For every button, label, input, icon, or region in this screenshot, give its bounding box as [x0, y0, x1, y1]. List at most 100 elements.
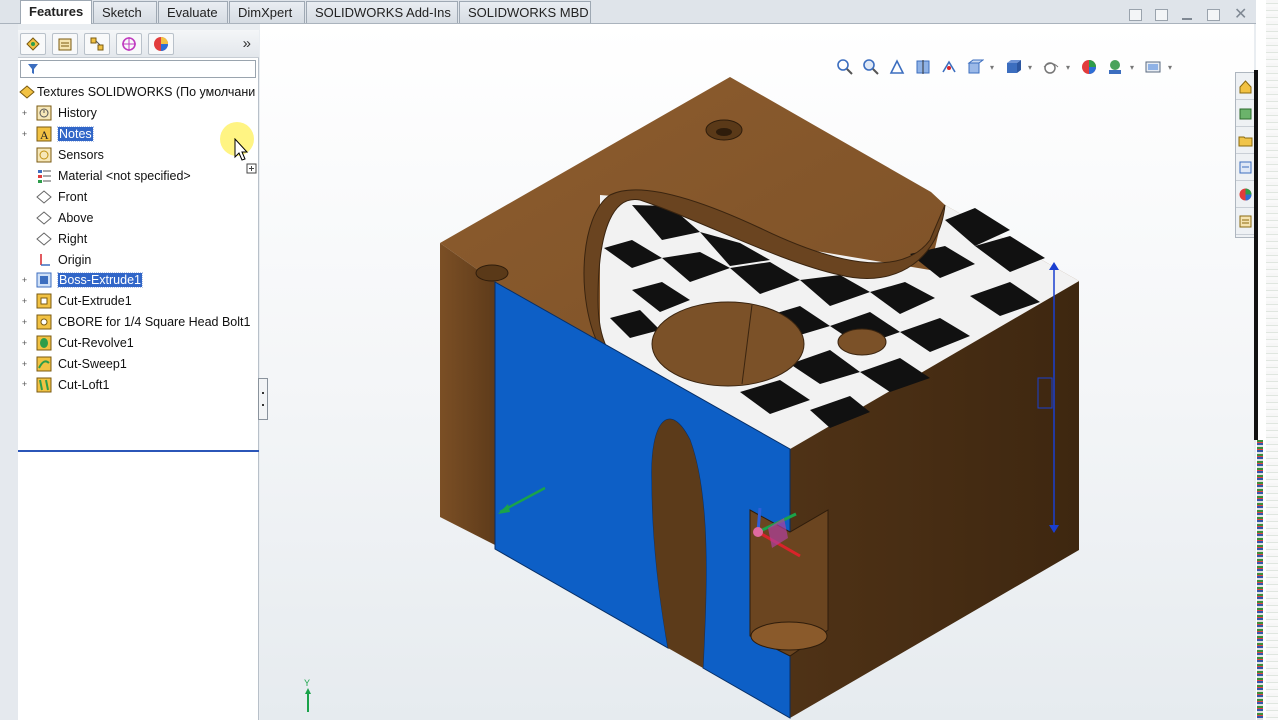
apply-scene-dropdown[interactable]: ▾ — [1130, 63, 1138, 72]
tree-item-label: History — [58, 106, 97, 121]
tab-solidworks-add-ins[interactable]: SOLIDWORKS Add-Ins — [306, 1, 458, 23]
tab-evaluate[interactable]: Evaluate — [158, 1, 228, 23]
zoom-to-area-icon[interactable] — [860, 56, 882, 78]
display-manager-icon[interactable] — [148, 33, 174, 55]
material-icon — [38, 170, 51, 183]
view-orientation-icon[interactable] — [964, 56, 986, 78]
tree-item-boss-extrude1[interactable]: + Boss-Extrude1 — [18, 270, 259, 291]
expand-icon[interactable]: + — [20, 129, 29, 139]
model-left-face — [440, 243, 495, 545]
tree-item-cbore[interactable]: + CBORE for 1/4 Square Head Bolt1 — [18, 312, 259, 333]
rollback-bar[interactable] — [18, 450, 259, 452]
notes-icon: A — [36, 126, 52, 142]
cut-revolve-hole — [651, 301, 805, 387]
minimize-icon[interactable] — [1181, 9, 1194, 21]
hide-show-icon[interactable] — [1040, 56, 1062, 78]
resources-icon[interactable] — [1236, 73, 1255, 100]
view-palette-icon[interactable] — [1236, 154, 1255, 181]
tree-item-label: Above — [58, 210, 94, 225]
design-library-icon[interactable] — [1236, 100, 1255, 127]
previous-view-icon[interactable] — [886, 56, 908, 78]
file-explorer-icon[interactable] — [1236, 127, 1255, 154]
expand-icon[interactable]: + — [20, 108, 29, 118]
filter-icon — [28, 64, 38, 74]
tree-item-label: Cut-Loft1 — [58, 377, 110, 392]
right-edge-divider — [1254, 70, 1258, 440]
apply-scene-icon[interactable] — [1104, 56, 1126, 78]
model-viewport[interactable]: Y — [260, 24, 1254, 720]
expand-icon[interactable]: + — [20, 338, 29, 348]
appearances-icon[interactable] — [1236, 181, 1255, 208]
origin-icon — [40, 253, 50, 266]
tree-item-label: Origin — [58, 252, 92, 267]
task-pane — [1235, 72, 1256, 238]
close-icon[interactable]: ✕ — [1234, 7, 1247, 23]
expand-icon[interactable]: + — [20, 296, 29, 306]
hole-wizard-icon — [36, 314, 52, 330]
tab-sketch[interactable]: Sketch — [93, 1, 157, 23]
cut-revolve-icon — [36, 335, 52, 351]
tab-features[interactable]: Features — [20, 0, 92, 24]
expand-icon[interactable]: + — [20, 275, 29, 285]
plane-icon — [36, 190, 52, 204]
svg-text:A: A — [40, 128, 49, 142]
edit-appearance-icon[interactable] — [1078, 56, 1100, 78]
plane-icon — [36, 232, 52, 246]
expand-icon[interactable]: + — [20, 380, 29, 389]
tree-item-label: Material <not specified> — [58, 169, 191, 183]
cbore-edge-hole — [475, 264, 509, 282]
view-orientation-dropdown[interactable]: ▾ — [990, 63, 998, 72]
display-style-icon[interactable] — [1002, 56, 1024, 78]
configurationmanager-icon[interactable] — [84, 33, 110, 55]
plane-icon — [36, 211, 52, 225]
tree-item-label: Cut-Sweep1 — [58, 357, 127, 372]
propertymanager-icon[interactable] — [52, 33, 78, 55]
dimxpert-icon[interactable] — [116, 33, 142, 55]
view-settings-icon[interactable] — [1142, 56, 1164, 78]
pane-splitter-handle[interactable] — [258, 378, 268, 420]
right-edge-noise — [1257, 440, 1263, 720]
tree-filter-input[interactable] — [20, 60, 256, 78]
cut-sweep-icon — [36, 356, 52, 372]
tree-item-right-plane[interactable]: Right — [18, 228, 259, 249]
triad-y-label: Y — [304, 678, 310, 688]
dynamic-annotation-icon[interactable] — [938, 56, 960, 78]
display-style-dropdown[interactable]: ▾ — [1028, 63, 1036, 72]
tree-item-cut-loft1[interactable]: + Cut-Loft1 — [18, 374, 259, 395]
expand-icon[interactable]: + — [20, 317, 29, 327]
view-settings-dropdown[interactable]: ▾ — [1168, 63, 1176, 72]
command-manager-tabs: Features Sketch Evaluate DimXpert SOLIDW… — [0, 0, 1256, 24]
tab-solidworks-mbd[interactable]: SOLIDWORKS MBD — [459, 1, 591, 23]
hide-show-dropdown[interactable]: ▾ — [1066, 63, 1074, 72]
tree-item-label: Sensors — [58, 148, 104, 163]
tile-window-vertical-icon[interactable] — [1155, 9, 1168, 21]
tree-item-cut-revolve1[interactable]: + Cut-Revolve1 — [18, 333, 259, 354]
tree-root-part[interactable]: Textures SOLIDWORKS (По умолчани — [18, 82, 259, 103]
tree-item-label: Boss-Extrude1 — [57, 272, 143, 289]
tree-item-above-plane[interactable]: Above — [18, 207, 259, 228]
cut-loft-icon — [36, 377, 52, 393]
tree-item-front-plane[interactable]: Front — [18, 186, 259, 207]
expand-tabs-button[interactable]: » — [243, 35, 251, 52]
sensors-icon — [36, 147, 52, 163]
tree-item-label: Right — [58, 231, 88, 246]
tree-item-origin[interactable]: Origin — [18, 249, 259, 270]
featuremanager-icon[interactable] — [20, 33, 46, 55]
tree-item-history[interactable]: + History — [18, 103, 259, 124]
tree-item-cut-sweep1[interactable]: + Cut-Sweep1 — [18, 354, 259, 375]
history-icon — [36, 105, 52, 121]
tree-item-label: Front — [58, 189, 88, 204]
graphics-area[interactable]: Y ▾ ▾ ▾ ▾ ▾ — [260, 24, 1254, 720]
tab-dimxpert[interactable]: DimXpert — [229, 1, 305, 23]
tree-item-label: Notes — [57, 126, 94, 143]
zoom-to-fit-icon[interactable] — [834, 56, 856, 78]
restore-icon[interactable] — [1207, 9, 1220, 21]
section-view-icon[interactable] — [912, 56, 934, 78]
tree-item-material[interactable]: Material <not specified> — [18, 166, 259, 187]
tree-item-cut-extrude1[interactable]: + Cut-Extrude1 — [18, 291, 259, 312]
expand-icon[interactable]: + — [20, 359, 29, 369]
tree-item-label: Cut-Revolve1 — [58, 336, 134, 351]
mouse-cursor-icon — [234, 138, 257, 174]
tile-window-icon[interactable] — [1129, 9, 1142, 21]
custom-properties-icon[interactable] — [1236, 208, 1255, 235]
